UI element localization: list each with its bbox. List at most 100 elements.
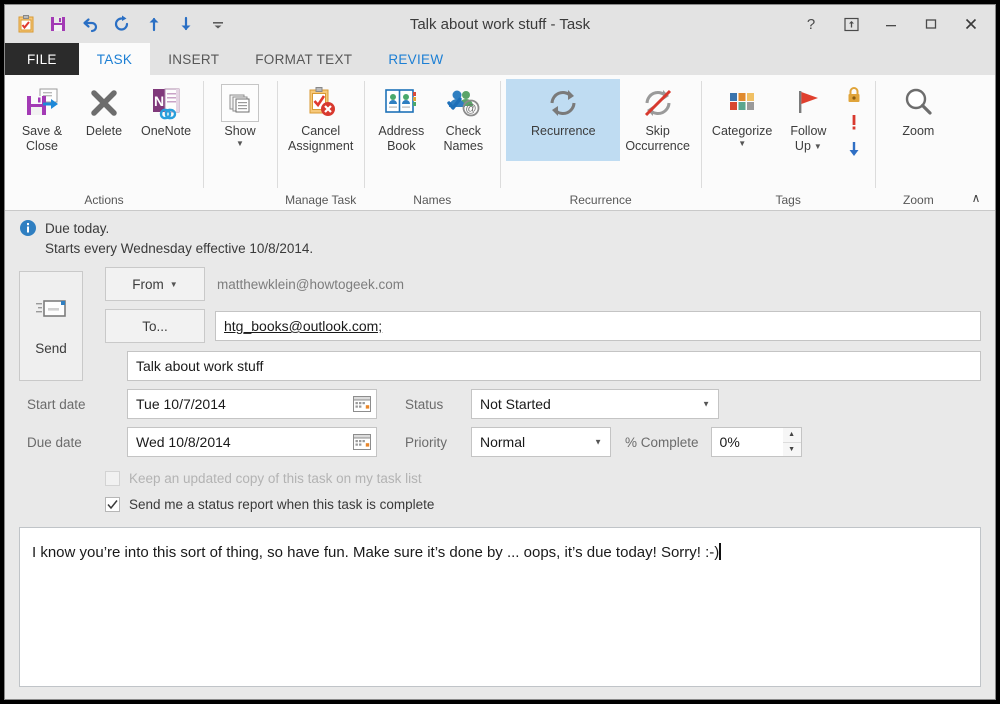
- chevron-down-icon: ▼: [702, 399, 710, 409]
- categorize-icon: [723, 82, 761, 124]
- task-body-editor[interactable]: I know you’re into this sort of thing, s…: [19, 527, 981, 687]
- due-date-row: Due date Wed 10/8/2014 Priority Normal ▼…: [19, 427, 981, 457]
- subject-input[interactable]: Talk about work stuff: [127, 351, 981, 381]
- ribbon-display-options-button[interactable]: [831, 9, 871, 39]
- cancel-assignment-icon: [302, 82, 340, 124]
- maximize-button[interactable]: [911, 9, 951, 39]
- start-date-row: Start date Tue 10/7/2014 Status Not Star…: [19, 389, 981, 419]
- stepper-down-icon[interactable]: ▼: [783, 443, 801, 457]
- task-form: Send From ▼ matthewklein@howtogeek.com T…: [5, 265, 995, 517]
- chevron-down-icon: ▼: [236, 139, 244, 148]
- cancel-assignment-label-line2: Assignment: [288, 139, 354, 153]
- customize-quick-access-toolbar-icon[interactable]: [203, 10, 233, 38]
- calendar-icon[interactable]: [353, 434, 371, 450]
- percent-complete-stepper[interactable]: 0% ▲ ▼: [710, 427, 802, 457]
- save-icon[interactable]: [43, 10, 73, 38]
- follow-up-label-line1: Follow: [790, 124, 827, 138]
- stepper-up-icon[interactable]: ▲: [782, 428, 801, 443]
- chevron-down-icon: ▼: [813, 142, 822, 151]
- percent-complete-input[interactable]: 0%: [710, 427, 783, 457]
- calendar-icon[interactable]: [353, 396, 371, 412]
- collapse-ribbon-button[interactable]: ∧: [965, 188, 987, 208]
- keep-updated-copy-row[interactable]: Keep an updated copy of this task on my …: [19, 465, 981, 491]
- ribbon-group-names: Address Book @ Check Names Names: [364, 75, 500, 210]
- zoom-button[interactable]: Zoom: [881, 79, 955, 139]
- tab-file[interactable]: FILE: [5, 43, 79, 75]
- from-value: matthewklein@howtogeek.com: [217, 276, 405, 292]
- start-date-input[interactable]: Tue 10/7/2014: [127, 389, 377, 419]
- ribbon-group-label-zoom: Zoom: [903, 193, 934, 207]
- tab-format-text[interactable]: FORMAT TEXT: [237, 43, 370, 75]
- recurrence-icon: [544, 82, 582, 124]
- high-importance-icon[interactable]: [842, 110, 866, 134]
- follow-up-label-line2: Up: [794, 139, 811, 153]
- tab-review[interactable]: REVIEW: [370, 43, 461, 75]
- status-value: Not Started: [480, 396, 551, 412]
- follow-up-button[interactable]: Follow Up ▼: [777, 79, 839, 154]
- tab-task[interactable]: TASK: [78, 43, 151, 75]
- to-row: To... htg_books@outlook.com;: [19, 309, 981, 343]
- ribbon-group-label-actions: Actions: [84, 193, 124, 207]
- save-and-close-label-line1: Save &: [21, 124, 63, 138]
- minimize-button[interactable]: [871, 9, 911, 39]
- previous-item-icon[interactable]: [139, 10, 169, 38]
- to-input[interactable]: htg_books@outlook.com;: [215, 311, 981, 341]
- address-book-label-line1: Address: [378, 124, 425, 138]
- info-line-due: Due today.: [45, 221, 110, 236]
- status-report-row[interactable]: Send me a status report when this task i…: [19, 491, 981, 517]
- ribbon-group-label-manage-task: Manage Task: [285, 193, 357, 207]
- address-book-icon: [382, 82, 420, 124]
- info-bar: Due today. Starts every Wednesday effect…: [5, 211, 995, 265]
- to-label: To...: [142, 318, 168, 334]
- skip-occurrence-button[interactable]: Skip Occurrence: [620, 79, 695, 154]
- task-icon[interactable]: [11, 10, 41, 38]
- close-button[interactable]: [951, 9, 991, 39]
- to-recipient: htg_books@outlook.com;: [224, 318, 383, 334]
- zoom-label: Zoom: [902, 124, 935, 138]
- status-select[interactable]: Not Started ▼: [471, 389, 719, 419]
- address-book-label-line2: Book: [387, 139, 416, 153]
- task-body-text: I know you’re into this sort of thing, s…: [32, 544, 720, 561]
- send-label: Send: [35, 341, 67, 356]
- recurrence-button[interactable]: Recurrence: [506, 79, 621, 161]
- ribbon-group-tags: Categorize ▼ Follow Up ▼ Tags: [700, 75, 875, 210]
- private-icon[interactable]: [842, 83, 866, 107]
- next-item-icon[interactable]: [171, 10, 201, 38]
- keep-updated-copy-label: Keep an updated copy of this task on my …: [129, 470, 422, 486]
- send-button[interactable]: Send: [19, 271, 83, 381]
- tab-insert[interactable]: INSERT: [150, 43, 237, 75]
- ribbon: Save & Close Delete N OneNote Actions Sh…: [5, 75, 995, 211]
- redo-icon[interactable]: [107, 10, 137, 38]
- due-date-input[interactable]: Wed 10/8/2014: [127, 427, 377, 457]
- keep-updated-copy-checkbox: [105, 470, 120, 486]
- low-importance-icon[interactable]: [842, 137, 866, 161]
- tag-mini-buttons: [839, 79, 869, 161]
- skip-occurrence-label-line2: Occurrence: [625, 139, 690, 153]
- ribbon-group-label-show: [205, 190, 275, 210]
- save-and-close-button[interactable]: Save & Close: [11, 79, 73, 154]
- ribbon-group-manage-task: Cancel Assignment Manage Task: [277, 75, 364, 210]
- undo-icon[interactable]: [75, 10, 105, 38]
- help-button[interactable]: ?: [791, 9, 831, 39]
- start-date-value: Tue 10/7/2014: [136, 396, 226, 412]
- delete-button[interactable]: Delete: [73, 79, 135, 139]
- from-button[interactable]: From ▼: [105, 267, 205, 301]
- save-and-close-icon: [23, 82, 61, 124]
- priority-select[interactable]: Normal ▼: [471, 427, 611, 457]
- show-icon: [221, 82, 259, 124]
- categorize-button[interactable]: Categorize ▼: [707, 79, 777, 148]
- onenote-button[interactable]: N OneNote: [135, 79, 197, 139]
- cancel-assignment-button[interactable]: Cancel Assignment: [283, 79, 358, 154]
- svg-text:N: N: [154, 93, 164, 109]
- ribbon-group-zoom: Zoom Zoom: [875, 75, 961, 210]
- ribbon-tabs: FILE TASK INSERT FORMAT TEXT REVIEW: [5, 43, 995, 75]
- check-names-button[interactable]: @ Check Names: [432, 79, 494, 154]
- subject-row: Subject Talk about work stuff: [19, 351, 981, 381]
- ribbon-group-label-recurrence: Recurrence: [569, 193, 632, 207]
- ribbon-group-recurrence: Recurrence Skip Occurrence Recurrence: [500, 75, 701, 210]
- from-label: From: [132, 276, 164, 292]
- address-book-button[interactable]: Address Book: [370, 79, 432, 154]
- status-report-checkbox[interactable]: [105, 496, 120, 512]
- to-button[interactable]: To...: [105, 309, 205, 343]
- show-button[interactable]: Show ▼: [209, 79, 271, 148]
